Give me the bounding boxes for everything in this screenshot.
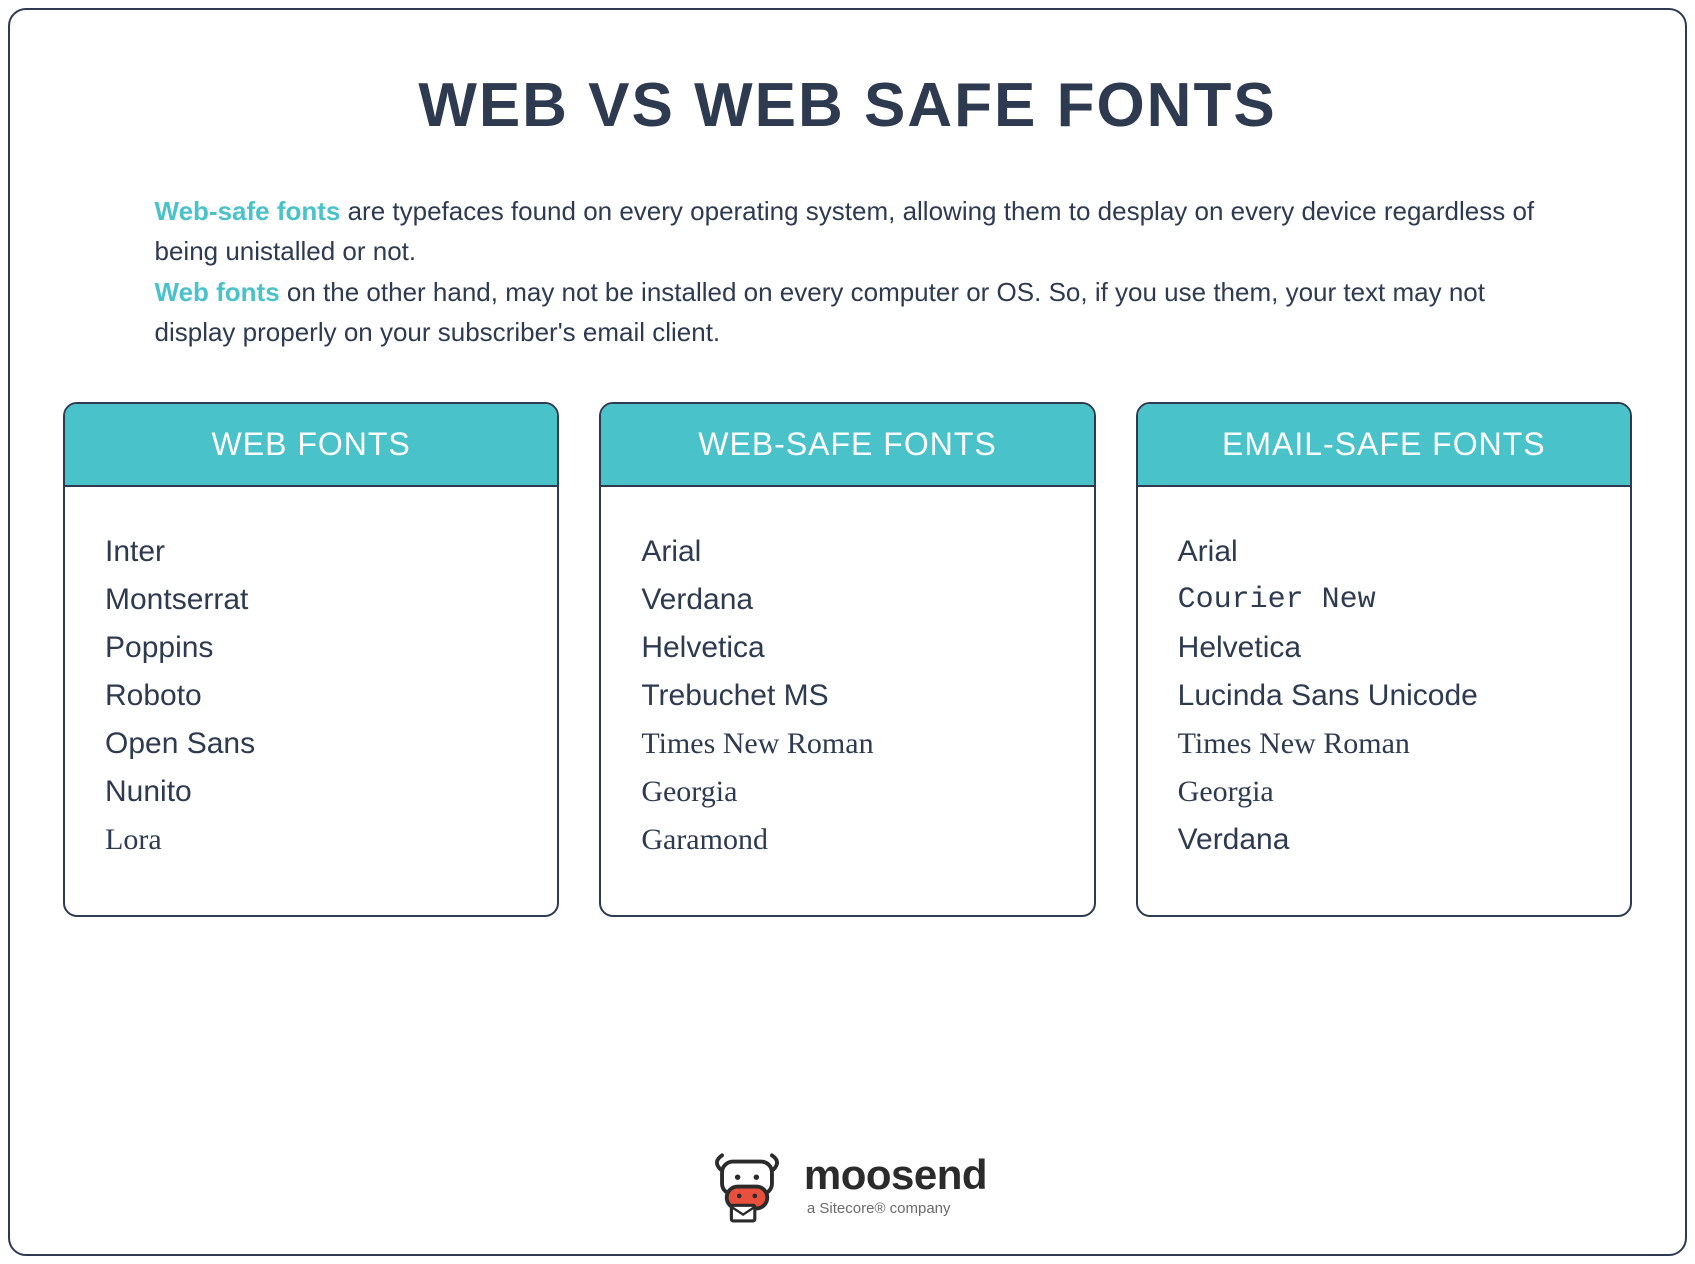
card-header: EMAIL-SAFE FONTS bbox=[1138, 404, 1630, 487]
font-item: Georgia bbox=[641, 775, 1053, 809]
font-item: Nunito bbox=[105, 775, 517, 809]
font-item: Helvetica bbox=[641, 631, 1053, 665]
font-item: Inter bbox=[105, 535, 517, 569]
font-item: Arial bbox=[641, 535, 1053, 569]
font-item: Open Sans bbox=[105, 727, 517, 761]
infographic-frame: WEB VS WEB SAFE FONTS Web-safe fonts are… bbox=[8, 8, 1687, 1256]
font-item: Courier New bbox=[1178, 583, 1590, 617]
font-item: Times New Roman bbox=[641, 727, 1053, 761]
card-body: Inter Montserrat Poppins Roboto Open Sans Nun… bbox=[65, 487, 557, 915]
font-item: Poppins bbox=[105, 631, 517, 665]
font-item: Arial bbox=[1178, 535, 1590, 569]
font-item: Times New Roman bbox=[1178, 727, 1590, 761]
font-item: Helvetica bbox=[1178, 631, 1590, 665]
description-text: Web-safe fonts are typefaces found on ev… bbox=[155, 191, 1541, 352]
font-item: Montserrat bbox=[105, 583, 517, 617]
brand-tagline: a Sitecore® company bbox=[807, 1200, 987, 1217]
keyword-webfonts: Web fonts bbox=[155, 277, 280, 307]
card-body: Arial Verdana Helvetica Trebuchet MS Times N… bbox=[601, 487, 1093, 915]
font-item: Verdana bbox=[1178, 823, 1590, 857]
card-header: WEB FONTS bbox=[65, 404, 557, 487]
font-item: Garamond bbox=[641, 823, 1053, 857]
description-line1: are typefaces found on every operating s… bbox=[155, 196, 1535, 266]
keyword-websafe: Web-safe fonts bbox=[155, 196, 341, 226]
font-card: WEB-SAFE FONTS Arial Verdana Helvetica Trebu… bbox=[599, 402, 1095, 917]
moosend-logo-icon bbox=[708, 1146, 786, 1224]
card-header: WEB-SAFE FONTS bbox=[601, 404, 1093, 487]
font-item: Georgia bbox=[1178, 775, 1590, 809]
page-title: WEB VS WEB SAFE FONTS bbox=[60, 70, 1635, 141]
card-body: Arial Courier New Helvetica Lucinda Sans Un… bbox=[1138, 487, 1630, 915]
font-item: Verdana bbox=[641, 583, 1053, 617]
font-item: Lora bbox=[105, 823, 517, 857]
font-card: EMAIL-SAFE FONTS Arial Courier New Helvetic… bbox=[1136, 402, 1632, 917]
font-item: Trebuchet MS bbox=[641, 679, 1053, 713]
font-item: Lucinda Sans Unicode bbox=[1178, 679, 1590, 713]
description-line2: on the other hand, may not be installed … bbox=[155, 277, 1486, 347]
brand-footer: moosend a Sitecore® company bbox=[60, 1116, 1635, 1224]
font-card: WEB FONTS Inter Montserrat Poppins Roboto Ope… bbox=[63, 402, 559, 917]
font-columns: WEB FONTS Inter Montserrat Poppins Roboto Ope… bbox=[60, 402, 1635, 917]
brand-text: moosend a Sitecore® company bbox=[804, 1154, 987, 1217]
brand-name: moosend bbox=[804, 1154, 987, 1196]
font-item: Roboto bbox=[105, 679, 517, 713]
